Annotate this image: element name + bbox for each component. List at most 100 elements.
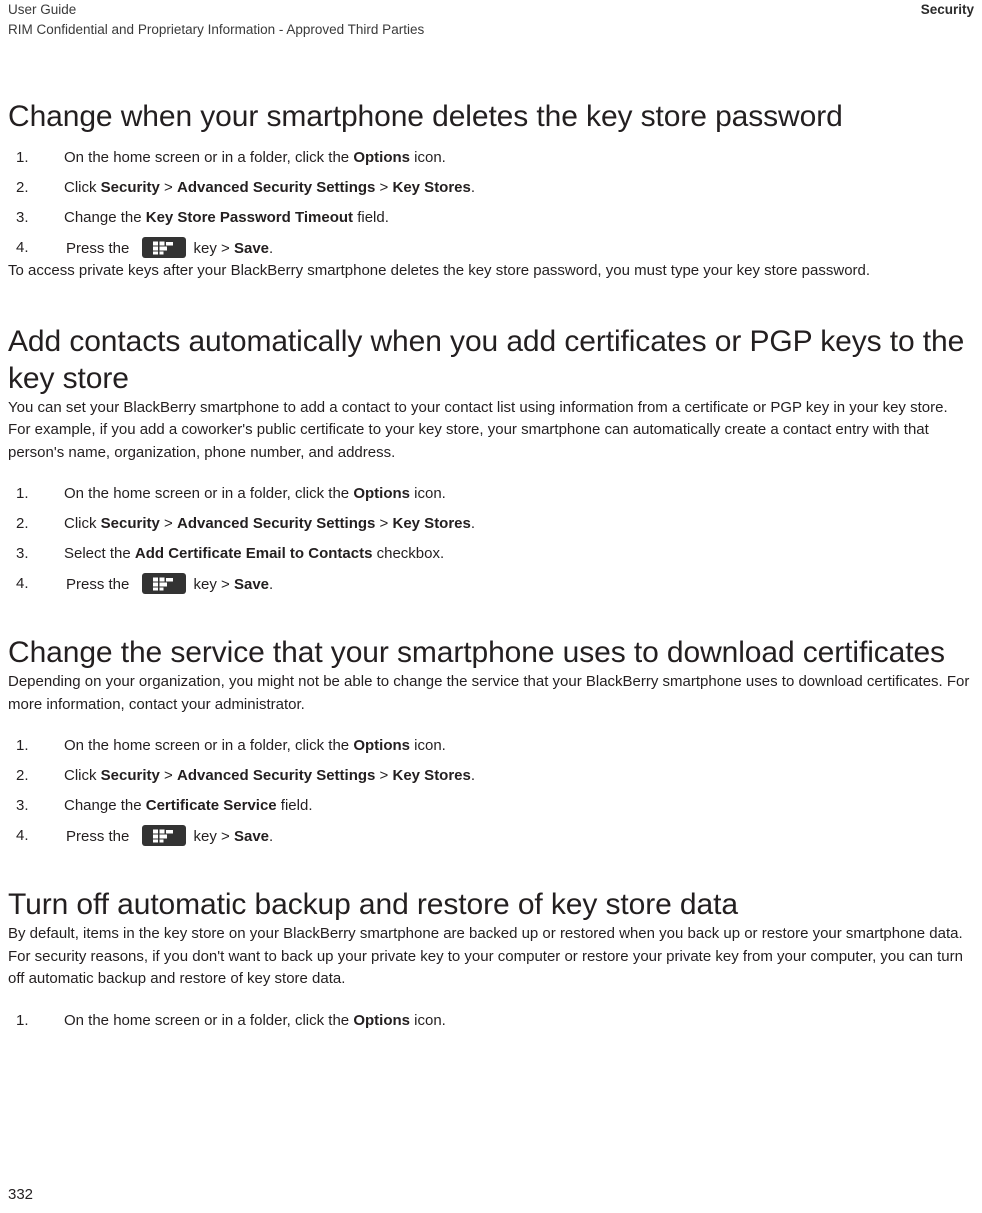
page-number: 332 bbox=[8, 1186, 34, 1203]
step-emphasis: Save bbox=[233, 240, 270, 257]
step-text-post: icon. bbox=[410, 485, 446, 502]
step-emphasis: Advanced Security Settings bbox=[176, 515, 376, 532]
step-emphasis: Advanced Security Settings bbox=[176, 179, 376, 196]
list-marker: 4. bbox=[16, 575, 29, 592]
list-item: 4. Press the key > Save. bbox=[8, 825, 974, 848]
step-emphasis: Security bbox=[100, 767, 160, 784]
step-text-pre: On the home screen or in a folder, click… bbox=[64, 1011, 354, 1029]
blackberry-menu-key-icon bbox=[141, 825, 186, 846]
document-content: Change when your smartphone deletes the … bbox=[8, 98, 974, 1032]
step-text-pre: Press the bbox=[66, 828, 134, 845]
list-marker: 2. bbox=[16, 179, 29, 196]
step-text-pre: Click bbox=[64, 515, 101, 532]
step-separator: > bbox=[159, 515, 177, 532]
step-separator: > bbox=[375, 515, 393, 532]
header-document-title: User Guide bbox=[8, 2, 77, 17]
list-marker: 2. bbox=[16, 515, 29, 532]
step-emphasis: Key Stores bbox=[392, 179, 471, 196]
step-text-post: . bbox=[470, 515, 476, 532]
step-text-mid: key > bbox=[193, 576, 234, 593]
list-item: 4. Press the key > Save. bbox=[8, 237, 974, 260]
step-emphasis: Save bbox=[233, 576, 270, 593]
steps-list-section-3: 1. On the home screen or in a folder, cli… bbox=[8, 735, 974, 848]
step-text-pre: Click bbox=[64, 767, 101, 784]
step-text-pre: On the home screen or in a folder, click… bbox=[64, 149, 354, 166]
list-item: 1. On the home screen or in a folder, cli… bbox=[8, 1010, 974, 1032]
list-item: 2. Click Security > Advanced Security Set… bbox=[8, 177, 974, 199]
list-item: 4. Press the key > Save. bbox=[8, 573, 974, 596]
list-item: 2. Click Security > Advanced Security Set… bbox=[8, 513, 974, 535]
page-title: Add contacts automatically when you add … bbox=[8, 324, 965, 395]
step-emphasis: Options bbox=[353, 737, 410, 754]
paragraph-certificate-service-intro: Depending on your organization, you migh… bbox=[8, 673, 970, 713]
step-text-mid: key > bbox=[193, 240, 234, 257]
step-text-pre: On the home screen or in a folder, click… bbox=[64, 737, 354, 754]
step-emphasis: Save bbox=[233, 828, 270, 845]
step-text-post: . bbox=[269, 828, 274, 845]
step-text-post: field. bbox=[276, 797, 313, 814]
list-item: 3. Select the Add Certificate Email to Co… bbox=[8, 543, 974, 565]
steps-list-section-2: 1. On the home screen or in a folder, cli… bbox=[8, 483, 974, 596]
step-separator: > bbox=[159, 179, 177, 196]
document-page: User Guide RIM Confidential and Propriet… bbox=[0, 0, 982, 1213]
step-text-post: icon. bbox=[410, 1011, 446, 1029]
step-emphasis: Advanced Security Settings bbox=[176, 767, 376, 784]
section-change-key-store-password-timeout: Change when your smartphone deletes the … bbox=[8, 98, 974, 135]
running-header: User Guide RIM Confidential and Propriet… bbox=[8, 0, 974, 46]
list-marker: 3. bbox=[16, 545, 29, 562]
step-text-pre: Select the bbox=[64, 545, 135, 562]
blackberry-menu-key-icon bbox=[141, 573, 186, 594]
list-marker: 1. bbox=[16, 737, 29, 754]
list-marker: 4. bbox=[16, 827, 29, 844]
paragraph-add-contacts-intro: You can set your BlackBerry smartphone t… bbox=[8, 398, 948, 461]
section-change-certificate-service: Change the service that your smartphone … bbox=[8, 634, 974, 671]
step-emphasis: Options bbox=[353, 485, 410, 502]
step-text-pre: Change the bbox=[64, 209, 146, 226]
step-emphasis: Security bbox=[100, 515, 160, 532]
list-item: 3. Change the Key Store Password Timeout … bbox=[8, 207, 974, 229]
step-emphasis: Certificate Service bbox=[145, 797, 277, 814]
step-text-post: icon. bbox=[410, 737, 446, 754]
header-chapter-title: Security bbox=[920, 2, 974, 17]
list-marker: 1. bbox=[16, 149, 29, 166]
list-marker: 3. bbox=[16, 209, 29, 226]
list-item: 2. Click Security > Advanced Security Set… bbox=[8, 765, 974, 787]
paragraph-private-keys-note: To access private keys after your BlackB… bbox=[8, 262, 871, 279]
step-separator: > bbox=[375, 179, 393, 196]
step-text-pre: Change the bbox=[64, 797, 146, 814]
list-marker: 1. bbox=[16, 485, 29, 502]
list-item: 3. Change the Certificate Service field. bbox=[8, 795, 974, 817]
step-text-mid: key > bbox=[193, 828, 234, 845]
section-turn-off-automatic-backup: Turn off automatic backup and restore of… bbox=[8, 886, 974, 923]
step-emphasis: Key Stores bbox=[392, 515, 471, 532]
page-title: Turn off automatic backup and restore of… bbox=[8, 888, 738, 921]
page-title: Change the service that your smartphone … bbox=[8, 636, 945, 669]
step-text-pre: Click bbox=[64, 179, 101, 196]
step-emphasis: Key Store Password Timeout bbox=[145, 209, 354, 226]
section-add-contacts-automatically: Add contacts automatically when you add … bbox=[8, 323, 974, 397]
step-text-post: . bbox=[470, 179, 476, 196]
blackberry-menu-key-icon bbox=[141, 237, 186, 258]
step-text-pre: Press the bbox=[66, 576, 134, 593]
header-confidentiality-notice: RIM Confidential and Proprietary Informa… bbox=[8, 22, 425, 37]
step-text-pre: Press the bbox=[66, 240, 134, 257]
header-left-text: User Guide RIM Confidential and Propriet… bbox=[8, 0, 424, 40]
step-text-post: icon. bbox=[410, 149, 446, 166]
step-text-post: . bbox=[269, 240, 274, 257]
steps-list-section-4: 1. On the home screen or in a folder, cli… bbox=[8, 1010, 974, 1032]
step-separator: > bbox=[159, 767, 177, 784]
step-text-post: field. bbox=[353, 209, 389, 226]
step-text-post: . bbox=[470, 767, 476, 784]
list-item: 1. On the home screen or in a folder, cli… bbox=[8, 147, 974, 169]
list-marker: 2. bbox=[16, 767, 29, 784]
step-text-post: . bbox=[269, 576, 274, 593]
step-text-post: checkbox. bbox=[372, 545, 445, 562]
steps-list-section-1: 1. On the home screen or in a folder, cli… bbox=[8, 147, 974, 260]
page-title: Change when your smartphone deletes the … bbox=[8, 100, 843, 133]
step-emphasis: Options bbox=[353, 149, 410, 166]
step-text-pre: On the home screen or in a folder, click… bbox=[64, 485, 354, 502]
step-emphasis: Options bbox=[353, 1011, 410, 1029]
step-emphasis: Add Certificate Email to Contacts bbox=[134, 545, 373, 562]
step-emphasis: Security bbox=[100, 179, 160, 196]
list-marker: 3. bbox=[16, 797, 29, 814]
